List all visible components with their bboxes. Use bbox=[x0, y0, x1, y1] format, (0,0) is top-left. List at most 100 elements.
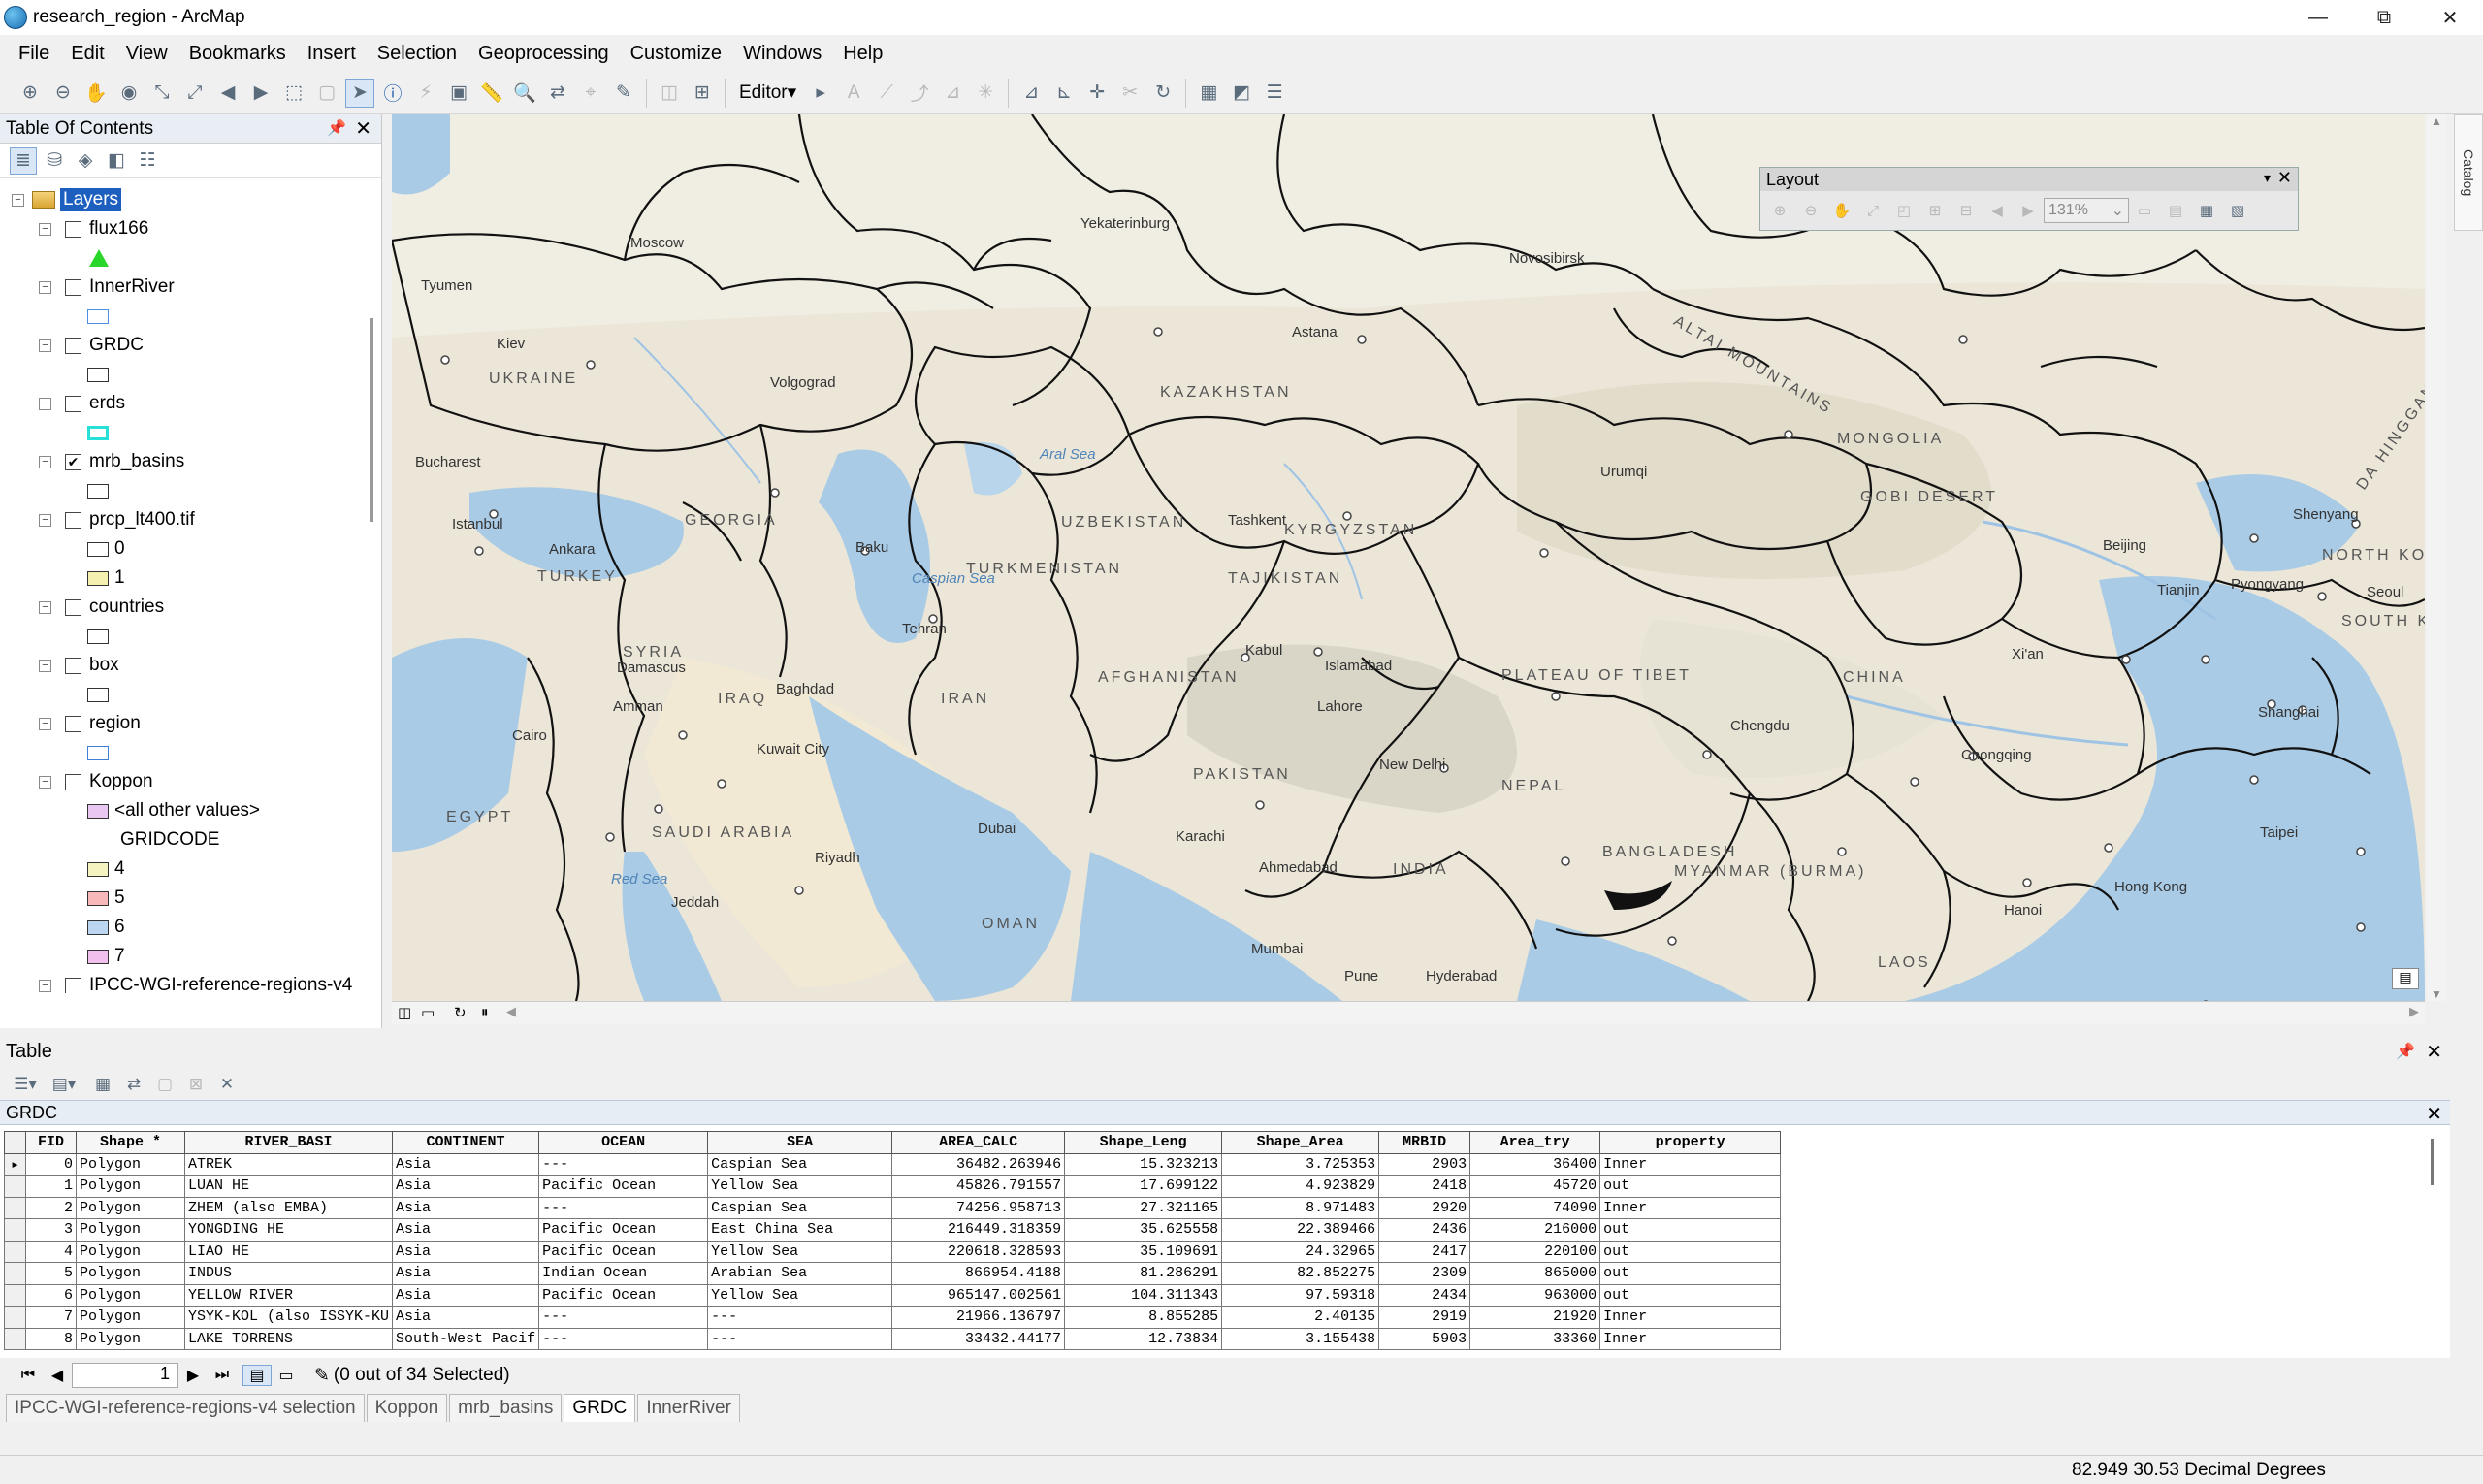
fixed-zoom-in-icon[interactable]: ⤡ bbox=[147, 79, 177, 108]
layer-label[interactable]: countries bbox=[89, 597, 164, 618]
next-record-icon[interactable]: ▶ bbox=[178, 1366, 208, 1385]
select-elements-icon[interactable]: ➤ bbox=[345, 78, 374, 108]
zoom-in-icon[interactable]: ⊕ bbox=[16, 79, 45, 108]
change-layout-icon[interactable]: ▦ bbox=[2193, 198, 2220, 223]
split-tool-icon[interactable]: ⊿ bbox=[1016, 79, 1046, 108]
table-cell[interactable]: 21920 bbox=[1469, 1306, 1601, 1329]
rotate-tool-icon[interactable]: ⊾ bbox=[1049, 79, 1079, 108]
table-cell[interactable]: Polygon bbox=[76, 1306, 185, 1329]
row-selector[interactable] bbox=[4, 1262, 26, 1285]
table-cell[interactable]: 220618.328593 bbox=[891, 1240, 1066, 1263]
last-record-icon[interactable]: ⏭ bbox=[208, 1367, 237, 1384]
find-icon[interactable]: 🔍 bbox=[510, 79, 539, 108]
table-cell[interactable]: 2 bbox=[25, 1196, 77, 1219]
table-cell[interactable]: Inner bbox=[1599, 1327, 1782, 1350]
layer-label[interactable]: box bbox=[89, 655, 119, 676]
close-button[interactable]: ✕ bbox=[2417, 0, 2483, 35]
create-viewer-icon[interactable]: ◫ bbox=[655, 79, 684, 108]
table-cell[interactable]: 82.852275 bbox=[1221, 1262, 1380, 1285]
table-options-icon[interactable]: ☰▾ bbox=[12, 1072, 39, 1097]
table-cell[interactable]: out bbox=[1599, 1175, 1782, 1198]
scroll-left-icon[interactable]: ◀ bbox=[506, 1004, 516, 1019]
layer-visibility-checkbox[interactable]: ✔ bbox=[65, 453, 81, 470]
layer-visibility-checkbox[interactable] bbox=[65, 715, 81, 732]
create-features-icon[interactable]: ◩ bbox=[1227, 79, 1256, 108]
table-cell[interactable]: Polygon bbox=[76, 1283, 185, 1307]
select-by-attributes-icon[interactable]: ▦ bbox=[89, 1072, 116, 1097]
column-header[interactable]: MRBID bbox=[1378, 1131, 1471, 1154]
table-cell[interactable]: 33360 bbox=[1469, 1327, 1601, 1350]
table-cell[interactable]: Asia bbox=[392, 1306, 540, 1329]
table-cell[interactable]: LAKE TORRENS bbox=[183, 1327, 394, 1350]
table-cell[interactable]: 12.73834 bbox=[1064, 1327, 1223, 1350]
tab-grdc[interactable]: GRDC bbox=[564, 1394, 636, 1422]
table-cell[interactable]: --- bbox=[707, 1327, 893, 1350]
table-cell[interactable]: 2920 bbox=[1378, 1196, 1471, 1219]
data-view-icon[interactable]: ◫ bbox=[398, 1004, 411, 1021]
table-cell[interactable]: 35.625558 bbox=[1064, 1218, 1223, 1242]
menu-edit[interactable]: Edit bbox=[60, 43, 114, 65]
table-cell[interactable]: 97.59318 bbox=[1221, 1283, 1380, 1307]
column-header[interactable]: Shape_Area bbox=[1221, 1131, 1380, 1154]
go-back-extent-layout-icon[interactable]: ◀ bbox=[1983, 198, 2011, 223]
scroll-right-icon[interactable]: ▶ bbox=[2409, 1004, 2419, 1019]
row-selector[interactable]: ▸ bbox=[4, 1152, 26, 1176]
column-header[interactable]: SEA bbox=[707, 1131, 893, 1154]
column-header[interactable]: AREA_CALC bbox=[891, 1131, 1066, 1154]
toc-close-icon[interactable]: ✕ bbox=[355, 116, 371, 141]
table-cell[interactable]: 3.155438 bbox=[1221, 1327, 1380, 1350]
table-cell[interactable]: 2309 bbox=[1378, 1262, 1471, 1285]
table-cell[interactable]: YONGDING HE bbox=[183, 1218, 394, 1242]
layer-countries[interactable]: − countries bbox=[39, 594, 164, 621]
find-route-icon[interactable]: ⇄ bbox=[543, 79, 572, 108]
table-cell[interactable]: 2417 bbox=[1378, 1240, 1471, 1263]
table-cell[interactable]: 5 bbox=[25, 1262, 77, 1285]
cut-polygons-icon[interactable]: ✛ bbox=[1082, 79, 1112, 108]
table-cell[interactable]: Pacific Ocean bbox=[538, 1175, 709, 1198]
menu-view[interactable]: View bbox=[115, 43, 178, 65]
layout-pan-icon[interactable]: ✋ bbox=[1828, 198, 1855, 223]
layer-label[interactable]: flux166 bbox=[89, 218, 148, 240]
table-cell[interactable]: 0 bbox=[25, 1152, 77, 1176]
table-row[interactable]: 5 Polygon INDUS Asia Indian Ocean Arabian Sea… bbox=[4, 1262, 1782, 1285]
layer-erds[interactable]: − erds bbox=[39, 390, 125, 417]
table-cell[interactable]: 4.923829 bbox=[1221, 1175, 1380, 1198]
time-slider-icon[interactable]: ✎ bbox=[609, 79, 638, 108]
layer-visibility-checkbox[interactable] bbox=[65, 773, 81, 790]
layer-flux166[interactable]: − flux166 bbox=[39, 215, 148, 242]
collapse-icon[interactable]: − bbox=[39, 513, 51, 527]
layer-visibility-checkbox[interactable] bbox=[65, 977, 81, 993]
straight-segment-icon[interactable]: ⟋ bbox=[872, 79, 901, 108]
layer-region[interactable]: − region bbox=[39, 710, 141, 737]
pin-icon[interactable]: 📌 bbox=[327, 118, 346, 138]
row-selector[interactable] bbox=[4, 1283, 26, 1307]
table-row[interactable]: 8 Polygon LAKE TORRENS South-West Pacif --- -… bbox=[4, 1327, 1782, 1350]
table-cell[interactable]: 74090 bbox=[1469, 1196, 1601, 1219]
table-row[interactable]: 6 Polygon YELLOW RIVER Asia Pacific Ocean Yel… bbox=[4, 1283, 1782, 1307]
table-cell[interactable]: out bbox=[1599, 1283, 1782, 1307]
scroll-up-icon[interactable]: ▲ bbox=[2427, 114, 2446, 128]
table-cell[interactable]: Yellow Sea bbox=[707, 1175, 893, 1198]
layer-box[interactable]: − box bbox=[39, 652, 119, 679]
row-selector[interactable] bbox=[4, 1175, 26, 1198]
column-header[interactable]: OCEAN bbox=[538, 1131, 709, 1154]
table-cell[interactable]: Asia bbox=[392, 1152, 540, 1176]
list-by-selection-icon[interactable]: ◧ bbox=[103, 147, 130, 175]
table-cell[interactable]: 2919 bbox=[1378, 1306, 1471, 1329]
toc-options-icon[interactable]: ☷ bbox=[134, 147, 161, 175]
table-cell[interactable]: East China Sea bbox=[707, 1218, 893, 1242]
table-cell[interactable]: 216449.318359 bbox=[891, 1218, 1066, 1242]
column-header[interactable]: Shape * bbox=[76, 1131, 185, 1154]
table-cell[interactable]: out bbox=[1599, 1262, 1782, 1285]
table-cell[interactable]: Pacific Ocean bbox=[538, 1283, 709, 1307]
collapse-icon[interactable]: − bbox=[39, 979, 51, 992]
layer-visibility-checkbox[interactable] bbox=[65, 657, 81, 674]
column-header[interactable]: property bbox=[1599, 1131, 1782, 1154]
overview-toggle-icon[interactable]: ▤ bbox=[2392, 968, 2419, 989]
collapse-icon[interactable]: − bbox=[39, 659, 51, 672]
table-cell[interactable]: 33432.44177 bbox=[891, 1327, 1066, 1350]
table-cell[interactable]: 963000 bbox=[1469, 1283, 1601, 1307]
table-cell[interactable]: out bbox=[1599, 1218, 1782, 1242]
layer-label[interactable]: IPCC-WGI-reference-regions-v4 bbox=[89, 975, 352, 993]
table-cell[interactable]: Caspian Sea bbox=[707, 1152, 893, 1176]
